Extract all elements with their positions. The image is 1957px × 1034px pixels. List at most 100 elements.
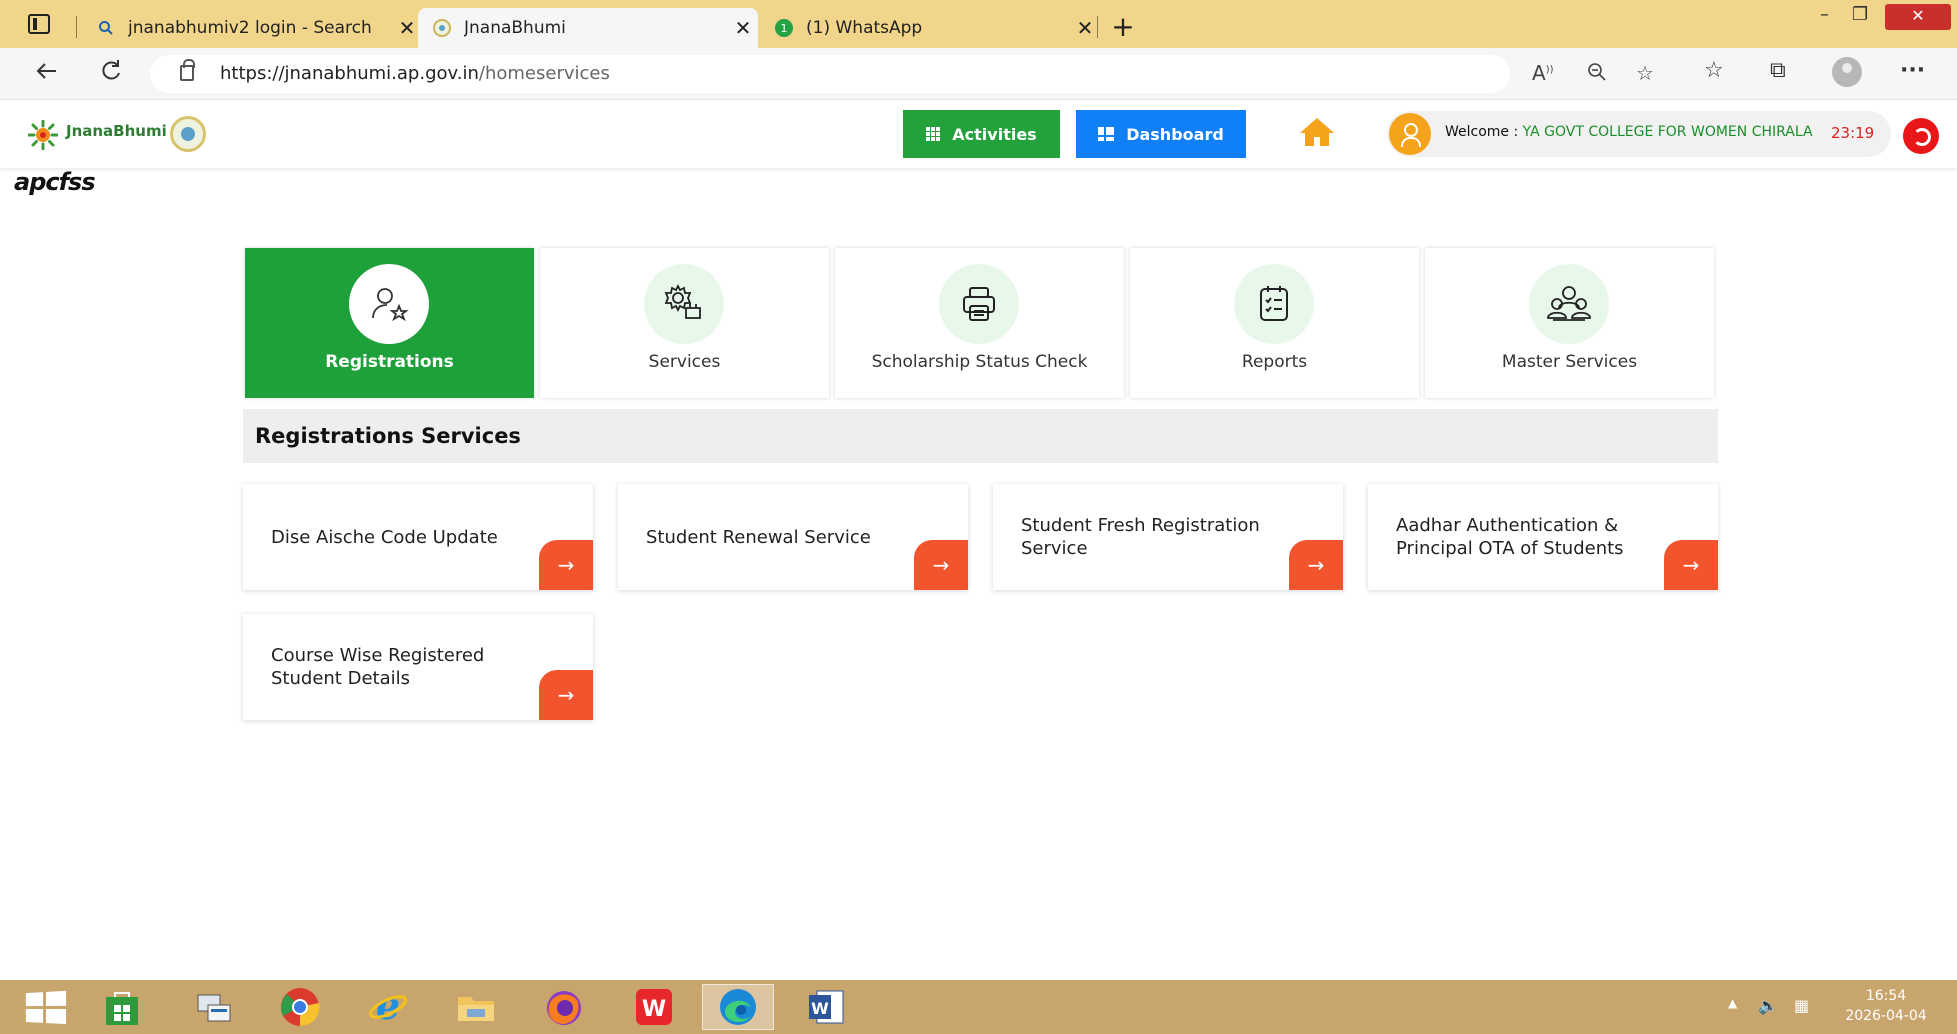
restore-button[interactable]: ❐ [1852, 4, 1868, 25]
dashboard-icon [1098, 127, 1115, 141]
user-avatar-icon[interactable] [1389, 113, 1431, 155]
arrow-right-button[interactable]: → [914, 540, 968, 590]
windows-start-icon[interactable] [25, 990, 67, 1026]
window-close-button[interactable]: ✕ [1885, 4, 1951, 30]
welcome-prefix: Welcome : [1445, 124, 1523, 140]
clock-date: 2026-04-04 [1845, 1008, 1927, 1024]
arrow-right-button[interactable]: → [1289, 540, 1343, 590]
volume-muted-icon[interactable]: 🔈 [1758, 996, 1778, 1015]
tab-whatsapp[interactable]: 1 (1) WhatsApp ✕ [760, 8, 1100, 48]
clipboard-checklist-icon [1234, 264, 1314, 344]
card-master-services[interactable]: Master Services [1425, 248, 1714, 398]
activities-label: Activities [952, 124, 1037, 144]
section-header: Registrations Services [243, 409, 1718, 463]
add-favorite-icon[interactable]: ☆ [1636, 61, 1654, 85]
search-icon [96, 18, 116, 38]
grid-icon [926, 127, 941, 141]
file-manager-icon[interactable] [178, 984, 250, 1030]
new-tab-button[interactable]: + [1108, 10, 1138, 43]
windows-taskbar: e W W ▲ 🔈 ▦ 16:54 2026-04-04 [0, 980, 1957, 1034]
home-icon[interactable] [1298, 116, 1336, 148]
card-reports[interactable]: Reports [1130, 248, 1419, 398]
zoom-out-icon[interactable] [1586, 61, 1608, 88]
tile-student-renewal-service[interactable]: Student Renewal Service → [618, 484, 968, 590]
minimize-button[interactable]: – [1820, 4, 1829, 25]
tile-label-line2: Principal OTA of Students [1396, 538, 1624, 559]
collections-icon[interactable]: ⧉ [1770, 58, 1786, 83]
tile-label: Student Renewal Service [646, 527, 871, 548]
tab-actions-icon[interactable] [28, 14, 50, 34]
card-services[interactable]: Services [540, 248, 829, 398]
clock-time: 16:54 [1865, 988, 1907, 1004]
tab-jnanabhumi[interactable]: JnanaBhumi ✕ [418, 8, 758, 48]
app-header: JnanaBhumi Activities Dashboard Welcome … [0, 100, 1957, 168]
tab-close-icon[interactable]: ✕ [728, 16, 758, 40]
user-star-icon [349, 264, 429, 344]
refresh-icon[interactable] [94, 58, 128, 91]
edge-icon[interactable] [702, 984, 774, 1030]
tile-label-line1: Course Wise Registered [271, 645, 485, 666]
chrome-icon[interactable] [264, 984, 336, 1030]
store-icon[interactable] [86, 984, 158, 1030]
wps-office-icon[interactable]: W [618, 984, 690, 1030]
tab-separator [76, 16, 77, 38]
internet-explorer-icon[interactable]: e [352, 984, 424, 1030]
card-scholarship-status-check[interactable]: Scholarship Status Check [835, 248, 1124, 398]
card-label: Master Services [1501, 352, 1638, 372]
svg-text:W: W [642, 997, 666, 1022]
profile-avatar-icon[interactable] [1832, 57, 1862, 87]
whatsapp-icon: 1 [774, 18, 794, 38]
welcome-panel: Welcome : YA GOVT COLLEGE FOR WOMEN CHIR… [1387, 111, 1891, 157]
back-arrow-icon[interactable] [30, 58, 64, 91]
dashboard-button[interactable]: Dashboard [1076, 110, 1246, 158]
read-aloud-icon[interactable]: A)) [1532, 61, 1554, 85]
jnanabhumi-favicon [432, 18, 452, 38]
tile-label-line1: Student Fresh Registration [1021, 515, 1260, 536]
tab-label: JnanaBhumi [464, 18, 566, 38]
more-options-icon[interactable]: ··· [1900, 58, 1925, 83]
arrow-right-button[interactable]: → [1664, 540, 1718, 590]
svg-text:e: e [376, 986, 400, 1028]
card-label: Services [648, 352, 721, 372]
tile-label-line1: Aadhar Authentication & [1396, 515, 1619, 536]
card-label: Reports [1241, 352, 1308, 372]
network-icon[interactable]: ▦ [1794, 996, 1809, 1015]
card-registrations[interactable]: Registrations [245, 248, 534, 398]
apcfss-logo: apcfss [14, 168, 96, 196]
firefox-icon[interactable] [528, 984, 600, 1030]
session-timer: 23:19 [1831, 124, 1875, 142]
arrow-right-button[interactable]: → [539, 670, 593, 720]
show-hidden-icons-icon[interactable]: ▲ [1728, 996, 1737, 1010]
favorites-icon[interactable]: ☆ [1704, 58, 1724, 83]
tab-search[interactable]: jnanabhumiv2 login - Search ✕ [82, 8, 422, 48]
user-group-icon [1529, 264, 1609, 344]
printer-icon [939, 264, 1019, 344]
svg-text:W: W [811, 999, 829, 1018]
address-bar[interactable]: https://jnanabhumi.ap.gov.in/homeservice… [150, 55, 1654, 93]
tile-label-line2: Student Details [271, 668, 410, 689]
folder-icon[interactable] [440, 984, 512, 1030]
logout-power-icon[interactable] [1903, 118, 1939, 154]
tile-student-fresh-registration-service[interactable]: Student Fresh Registration Service → [993, 484, 1343, 590]
url-text[interactable]: https://jnanabhumi.ap.gov.in/homeservice… [220, 63, 610, 84]
ap-government-emblem-icon [170, 116, 206, 152]
tile-label: Student Fresh Registration Service [1021, 514, 1291, 560]
lock-icon[interactable] [180, 59, 195, 81]
tab-separator [1097, 16, 1098, 38]
tile-course-wise-registered-student-details[interactable]: Course Wise Registered Student Details → [243, 614, 593, 720]
browser-tab-strip: jnanabhumiv2 login - Search ✕ JnanaBhumi… [0, 0, 1957, 48]
dashboard-label: Dashboard [1126, 124, 1224, 144]
tile-label-line2: Service [1021, 538, 1088, 559]
system-clock[interactable]: 16:54 2026-04-04 [1836, 986, 1936, 1026]
word-icon[interactable]: W [790, 984, 862, 1030]
arrow-right-button[interactable]: → [539, 540, 593, 590]
tile-label: Course Wise Registered Student Details [271, 644, 541, 690]
college-name: YA GOVT COLLEGE FOR WOMEN CHIRALA [1522, 124, 1813, 140]
card-label: Scholarship Status Check [871, 352, 1088, 372]
tile-dise-aische-code-update[interactable]: Dise Aische Code Update → [243, 484, 593, 590]
activities-button[interactable]: Activities [903, 110, 1060, 158]
tile-aadhar-authentication[interactable]: Aadhar Authentication & Principal OTA of … [1368, 484, 1718, 590]
logo-text: JnanaBhumi [66, 122, 167, 140]
whatsapp-badge: 1 [781, 22, 788, 35]
tab-close-icon[interactable]: ✕ [1070, 16, 1100, 40]
